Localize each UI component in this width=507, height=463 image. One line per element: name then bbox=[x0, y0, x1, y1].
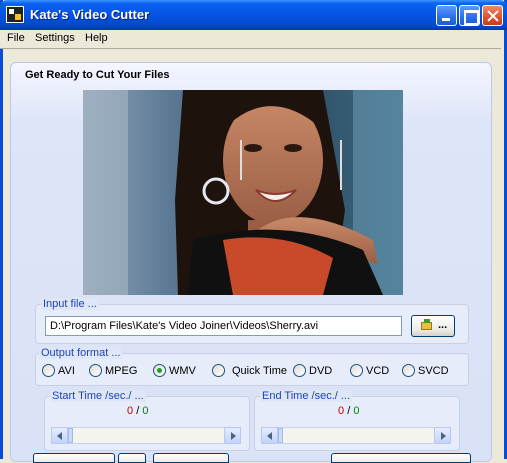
menu-separator bbox=[0, 48, 501, 49]
menu-bar: File Settings Help bbox=[0, 30, 501, 48]
scroll-left-icon[interactable] bbox=[261, 427, 278, 444]
menu-help[interactable]: Help bbox=[85, 32, 108, 44]
video-preview bbox=[83, 90, 403, 295]
video-frame-image bbox=[83, 90, 403, 295]
menu-file[interactable]: File bbox=[7, 32, 25, 44]
menu-settings[interactable]: Settings bbox=[35, 32, 75, 44]
panel-heading: Get Ready to Cut Your Files bbox=[25, 69, 170, 81]
start-time-current: 0 bbox=[127, 405, 134, 417]
end-time-slider[interactable] bbox=[261, 427, 451, 444]
format-radio-avi[interactable] bbox=[42, 364, 55, 377]
start-time-label: Start Time /sec./ ... bbox=[50, 390, 146, 402]
start-time-total: 0 bbox=[142, 405, 149, 417]
folder-icon bbox=[421, 319, 432, 330]
end-time-counter: 0 / 0 bbox=[338, 405, 359, 417]
format-radio-svcd[interactable] bbox=[402, 364, 415, 377]
bottom-button-2[interactable] bbox=[118, 453, 146, 463]
format-label-quicktime: Quick Time bbox=[232, 365, 288, 377]
format-label-dvd: DVD bbox=[309, 365, 333, 377]
bottom-button-3[interactable] bbox=[153, 453, 229, 463]
start-time-slider-thumb[interactable] bbox=[68, 428, 73, 443]
browse-button-label: ... bbox=[438, 319, 448, 331]
bottom-button-1[interactable] bbox=[33, 453, 115, 463]
end-time-separator: / bbox=[347, 405, 351, 417]
bottom-button-4[interactable] bbox=[331, 453, 471, 463]
browse-button[interactable]: ... bbox=[411, 315, 455, 337]
title-bar[interactable]: Kate's Video Cutter bbox=[0, 0, 507, 30]
end-time-label: End Time /sec./ ... bbox=[260, 390, 353, 402]
end-time-slider-thumb[interactable] bbox=[278, 428, 283, 443]
format-radio-wmv[interactable] bbox=[153, 364, 166, 377]
window-title: Kate's Video Cutter bbox=[30, 7, 150, 22]
start-time-slider[interactable] bbox=[51, 427, 241, 444]
start-time-separator: / bbox=[136, 405, 140, 417]
format-label-wmv: WMV bbox=[169, 365, 196, 377]
scroll-right-icon[interactable] bbox=[434, 427, 451, 444]
input-file-path-field[interactable]: D:\Program Files\Kate's Video Joiner\Vid… bbox=[45, 316, 402, 336]
minimize-button[interactable] bbox=[436, 5, 457, 26]
format-label-svcd: SVCD bbox=[418, 365, 449, 377]
format-radio-vcd[interactable] bbox=[350, 364, 363, 377]
format-label-mpeg: MPEG bbox=[105, 365, 138, 377]
output-format-label: Output format ... bbox=[39, 347, 123, 359]
format-radio-mpeg[interactable] bbox=[89, 364, 102, 377]
close-button[interactable] bbox=[482, 5, 503, 26]
format-radio-quicktime[interactable] bbox=[212, 364, 225, 377]
input-file-label: Input file ... bbox=[41, 298, 99, 310]
end-time-total: 0 bbox=[353, 405, 360, 417]
start-time-counter: 0 / 0 bbox=[127, 405, 148, 417]
format-label-avi: AVI bbox=[58, 365, 75, 377]
end-time-current: 0 bbox=[338, 405, 345, 417]
app-icon[interactable] bbox=[6, 6, 24, 23]
format-label-vcd: VCD bbox=[366, 365, 390, 377]
scroll-right-icon[interactable] bbox=[224, 427, 241, 444]
scroll-left-icon[interactable] bbox=[51, 427, 68, 444]
maximize-button[interactable] bbox=[459, 5, 480, 26]
format-radio-dvd[interactable] bbox=[293, 364, 306, 377]
